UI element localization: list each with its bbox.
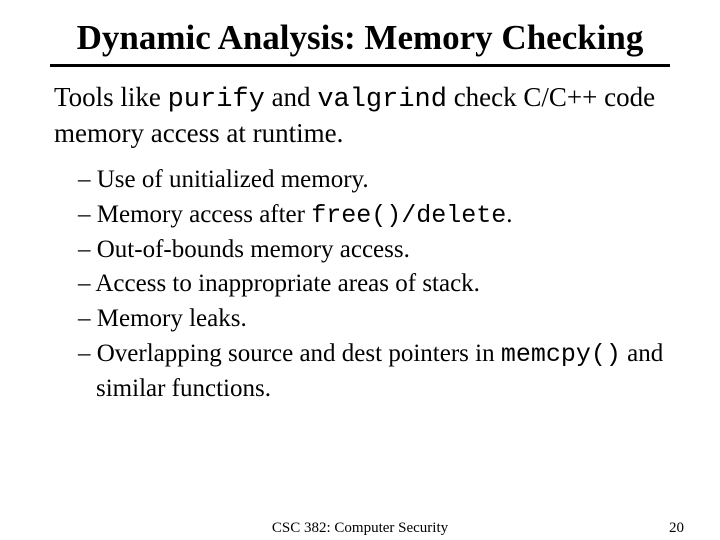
slide-title: Dynamic Analysis: Memory Checking [50, 18, 670, 58]
bullet-text: Access to inappropriate areas of stack. [95, 270, 480, 297]
bullet-code: free()/delete [311, 201, 506, 230]
list-item: Memory access after free()/delete. [78, 198, 670, 233]
list-item: Overlapping source and dest pointers in … [78, 337, 670, 406]
tool-name-1: purify [168, 85, 265, 115]
lead-text-pre: Tools like [54, 82, 168, 112]
bullet-list: Use of unitialized memory. Memory access… [78, 163, 670, 405]
list-item: Out-of-bounds memory access. [78, 233, 670, 268]
bullet-text: Overlapping source and dest pointers in [97, 340, 501, 367]
bullet-code: memcpy() [501, 340, 621, 369]
title-underline [50, 64, 670, 67]
bullet-text: Memory access after [97, 201, 311, 228]
footer-page-number: 20 [669, 520, 684, 537]
list-item: Memory leaks. [78, 302, 670, 337]
lead-paragraph: Tools like purify and valgrind check C/C… [54, 81, 670, 149]
bullet-text: Out-of-bounds memory access. [97, 236, 410, 263]
lead-text-mid1: and [265, 82, 317, 112]
bullet-text-after: . [506, 201, 512, 228]
bullet-text: Use of unitialized memory. [97, 166, 369, 193]
footer-course: CSC 382: Computer Security [0, 520, 720, 537]
list-item: Access to inappropriate areas of stack. [78, 267, 670, 302]
bullet-text: Memory leaks. [97, 305, 247, 332]
tool-name-2: valgrind [317, 85, 447, 115]
list-item: Use of unitialized memory. [78, 163, 670, 198]
